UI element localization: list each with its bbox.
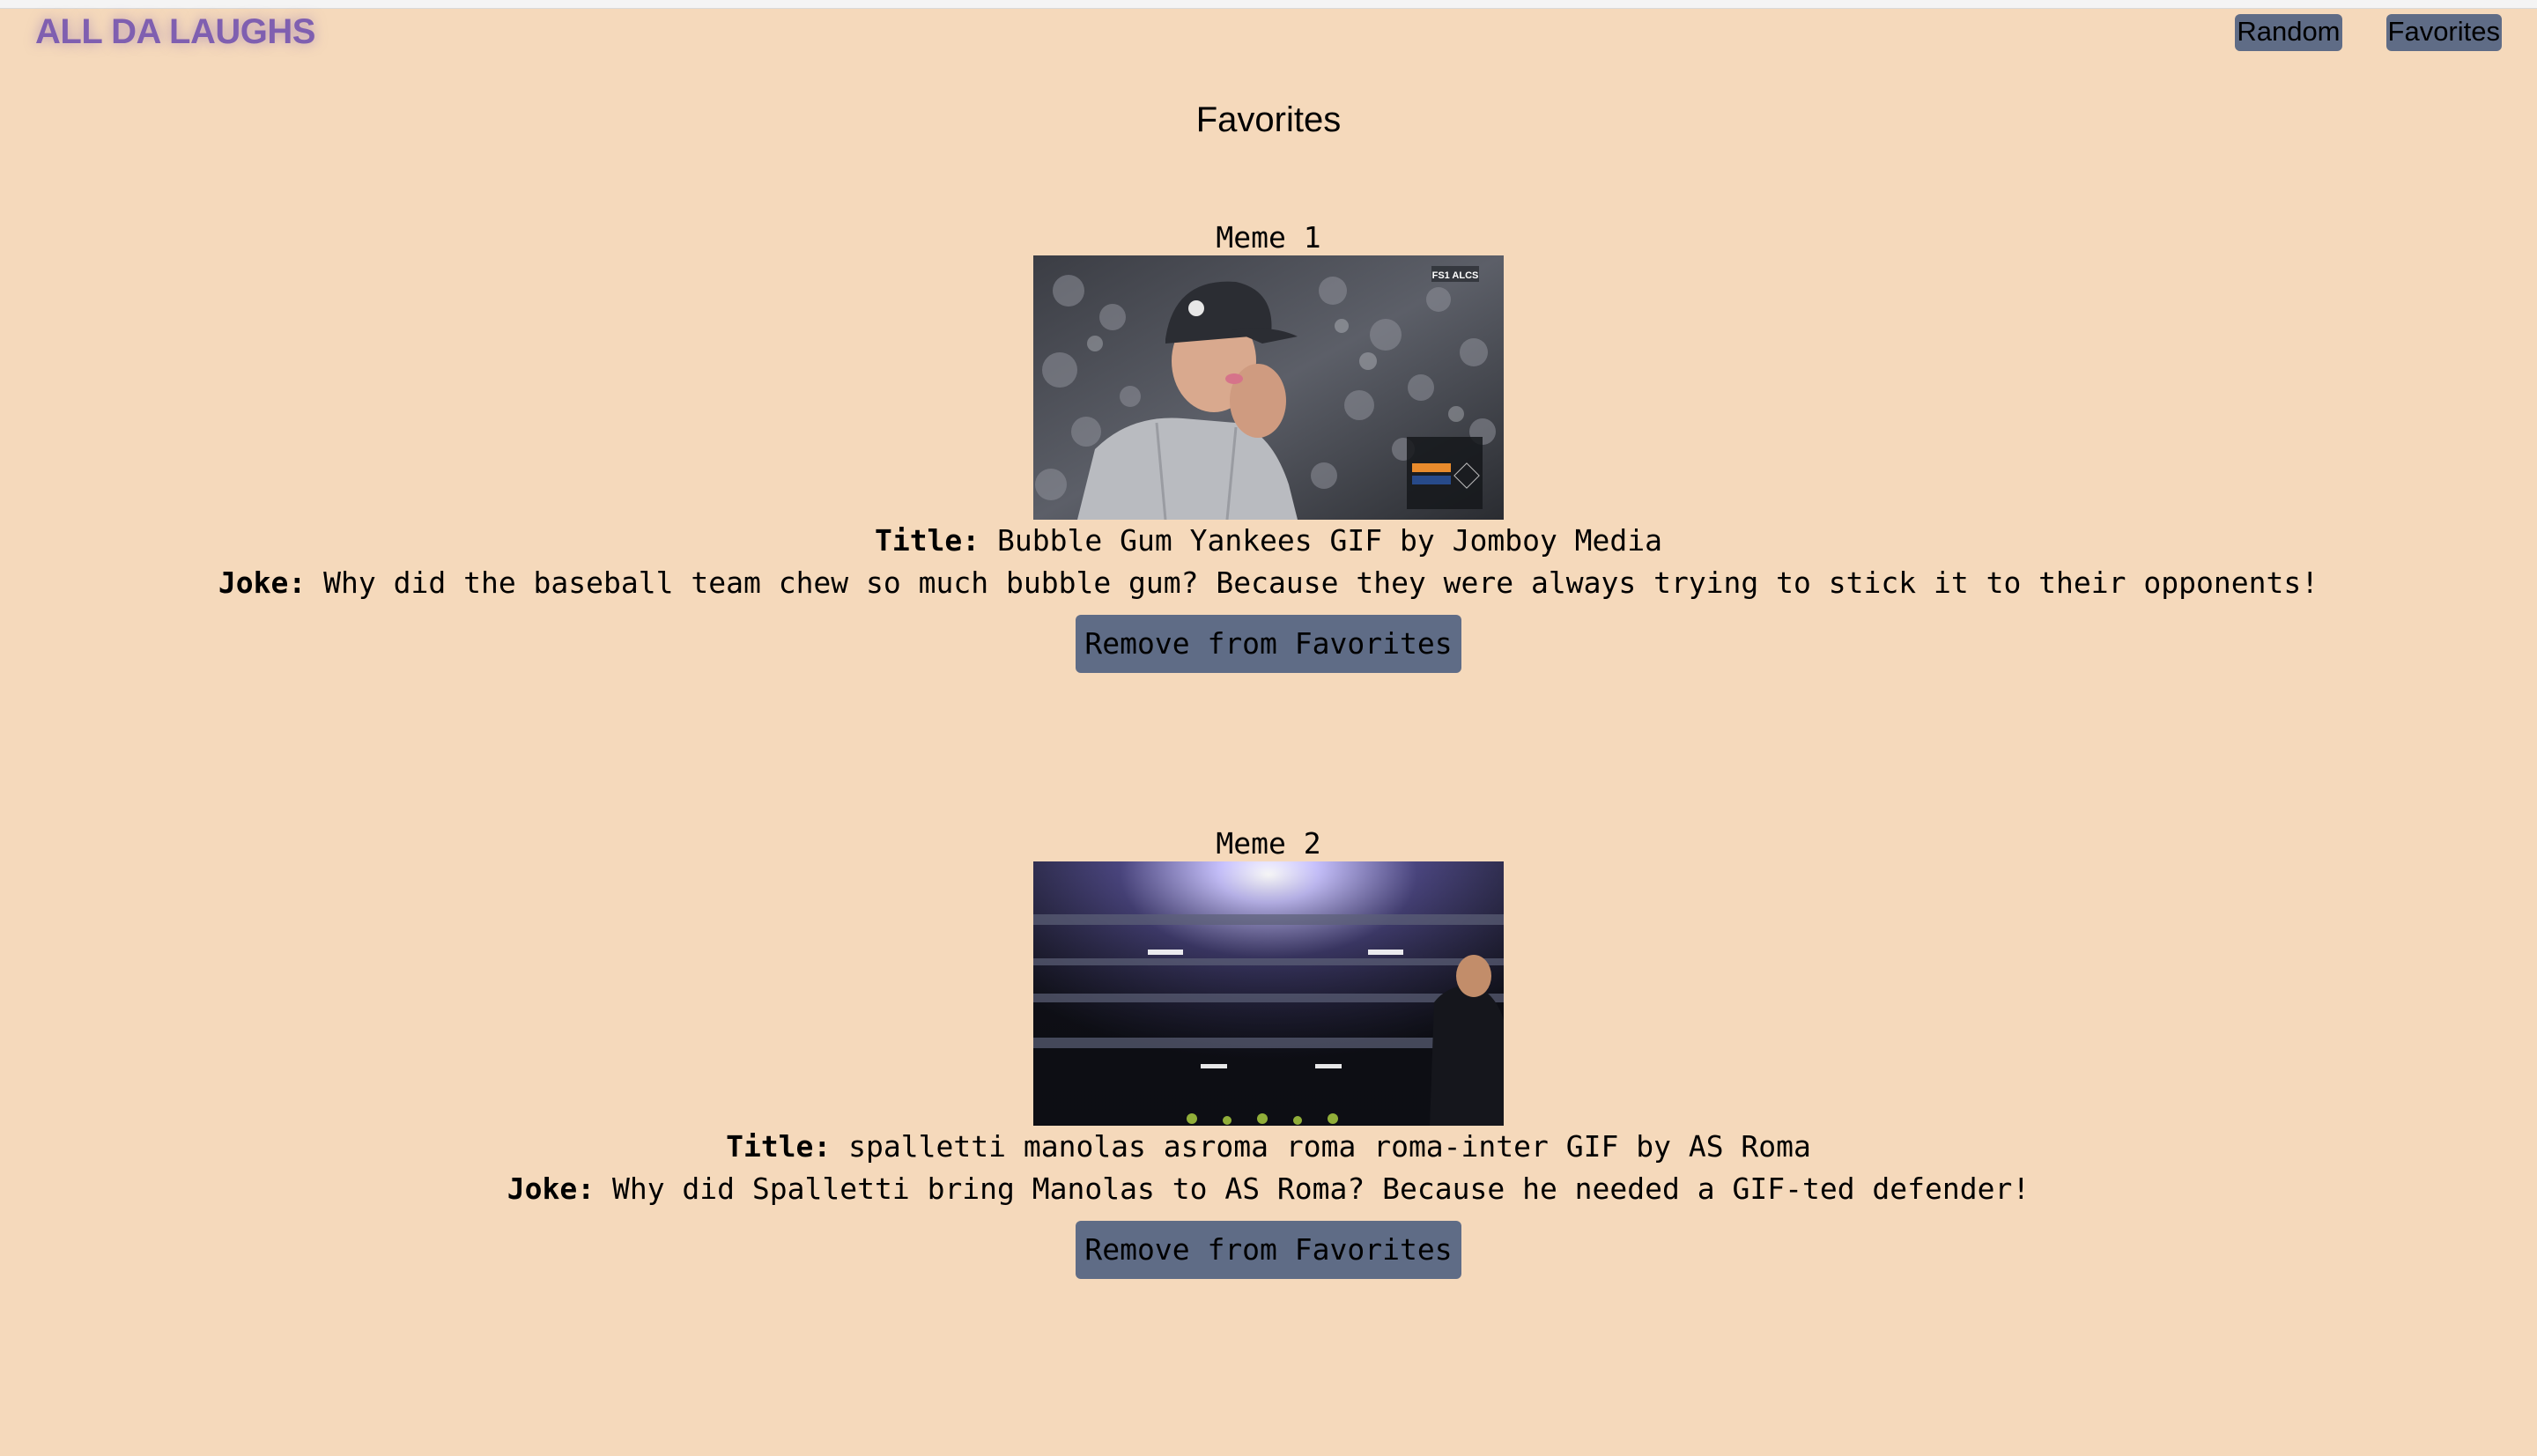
- title-prefix: Title:: [874, 523, 980, 558]
- meme-gif-image: FS1 ALCS: [1033, 255, 1504, 520]
- meme-card: Meme 2 Title: spalletti manolas asroma r…: [0, 826, 2537, 1279]
- favorites-button[interactable]: Favorites: [2385, 14, 2502, 51]
- meme-joke: Why did the baseball team chew so much b…: [323, 565, 2319, 600]
- page-title: Favorites: [1195, 100, 1342, 139]
- meme-joke: Why did Spalletti bring Manolas to AS Ro…: [611, 1171, 2030, 1206]
- meme-label: Meme 1: [1216, 220, 1321, 255]
- browser-top-edge: [0, 0, 2537, 9]
- meme-gif-image: [1033, 861, 1504, 1126]
- top-nav: Random Favorites: [2235, 14, 2502, 51]
- joke-prefix: Joke:: [218, 565, 307, 600]
- meme-joke-line: Joke: Why did Spalletti bring Manolas to…: [0, 1168, 2537, 1210]
- remove-from-favorites-button[interactable]: Remove from Favorites: [1076, 615, 1461, 673]
- joke-prefix: Joke:: [507, 1171, 595, 1206]
- gif-overlay-text: FS1 ALCS: [1432, 270, 1479, 281]
- meme-joke-line: Joke: Why did the baseball team chew so …: [0, 562, 2537, 604]
- title-prefix: Title:: [726, 1129, 832, 1164]
- meme-label: Meme 2: [1216, 826, 1321, 861]
- meme-title-line: Title: Bubble Gum Yankees GIF by Jomboy …: [0, 520, 2537, 562]
- meme-card: Meme 1 FS1 ALCS Title: Bubble Gum Yankee…: [0, 220, 2537, 673]
- meme-title: spalletti manolas asroma roma roma-inter…: [848, 1129, 1811, 1164]
- random-button[interactable]: Random: [2235, 14, 2342, 51]
- remove-from-favorites-button[interactable]: Remove from Favorites: [1076, 1221, 1461, 1279]
- meme-title: Bubble Gum Yankees GIF by Jomboy Media: [997, 523, 1663, 558]
- meme-title-line: Title: spalletti manolas asroma roma rom…: [0, 1126, 2537, 1168]
- brand-logo[interactable]: ALL DA LAUGHS: [35, 12, 315, 52]
